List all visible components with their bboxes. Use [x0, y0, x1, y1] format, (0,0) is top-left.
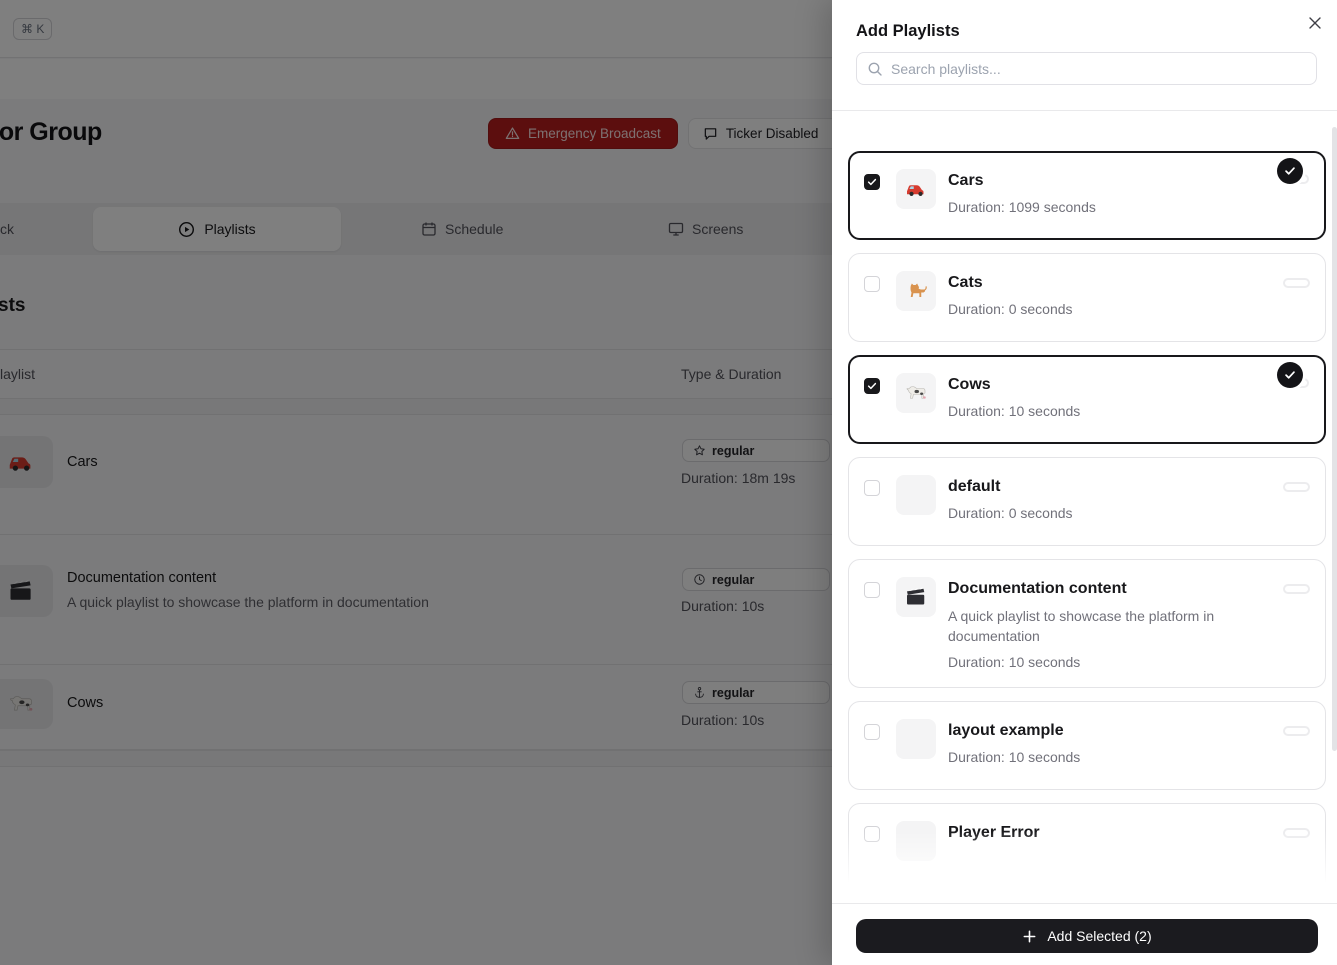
item-description: A quick playlist to showcase the platfor…: [948, 608, 1215, 644]
item-duration: Duration: 1099 seconds: [948, 199, 1096, 215]
drag-handle-icon[interactable]: [1283, 726, 1310, 736]
add-selected-button[interactable]: Add Selected (2): [856, 919, 1318, 953]
add-playlists-panel: Add Playlists Cars Duration: 1099 second…: [832, 0, 1337, 965]
empty-thumbnail: [896, 821, 936, 861]
playlist-option-cows[interactable]: Cows Duration: 10 seconds: [848, 355, 1326, 444]
panel-scrollbar[interactable]: [1332, 127, 1337, 751]
drag-handle-icon[interactable]: [1283, 584, 1310, 594]
drag-handle-icon[interactable]: [1283, 278, 1310, 288]
car-icon: [896, 169, 936, 209]
checkbox-unchecked[interactable]: [864, 724, 880, 740]
item-title: Cats: [948, 274, 983, 291]
playlist-option-cats[interactable]: Cats Duration: 0 seconds: [848, 253, 1326, 342]
item-duration: Duration: 10 seconds: [948, 749, 1081, 765]
checkbox-unchecked[interactable]: [864, 582, 880, 598]
cat-icon: [896, 271, 936, 311]
modal-overlay[interactable]: [0, 0, 832, 965]
selected-check-icon: [1277, 362, 1303, 388]
drag-handle-icon[interactable]: [1283, 828, 1310, 838]
drag-handle-icon[interactable]: [1283, 482, 1310, 492]
item-title: Cows: [948, 376, 991, 393]
item-duration: Duration: 10 seconds: [948, 403, 1081, 419]
close-button[interactable]: [1302, 10, 1328, 36]
panel-title: Add Playlists: [856, 22, 960, 40]
playlist-option-layout-example[interactable]: layout example Duration: 10 seconds: [848, 701, 1326, 790]
item-title: Player Error: [948, 824, 1040, 841]
playlist-option-documentation-content[interactable]: Documentation content A quick playlist t…: [848, 559, 1326, 688]
panel-footer: Add Selected (2): [832, 903, 1337, 965]
item-duration: Duration: 0 seconds: [948, 505, 1073, 521]
playlist-options-list: Cars Duration: 1099 seconds Cats Duratio…: [832, 111, 1337, 903]
checkbox-checked[interactable]: [864, 378, 880, 394]
checkbox-unchecked[interactable]: [864, 826, 880, 842]
checkbox-unchecked[interactable]: [864, 480, 880, 496]
item-title: Cars: [948, 172, 984, 189]
item-title: layout example: [948, 722, 1064, 739]
clapperboard-icon: [896, 577, 936, 617]
add-selected-label: Add Selected (2): [1047, 928, 1152, 944]
search-box: [856, 52, 1317, 85]
selected-check-icon: [1277, 158, 1303, 184]
checkbox-checked[interactable]: [864, 174, 880, 190]
playlist-option-player-error[interactable]: Player Error: [848, 803, 1326, 892]
plus-icon: [1022, 929, 1037, 944]
empty-thumbnail: [896, 719, 936, 759]
cow-icon: [896, 373, 936, 413]
close-icon: [1307, 15, 1323, 31]
playlist-option-cars[interactable]: Cars Duration: 1099 seconds: [848, 151, 1326, 240]
playlist-option-default[interactable]: default Duration: 0 seconds: [848, 457, 1326, 546]
empty-thumbnail: [896, 475, 936, 515]
item-title: Documentation content: [948, 580, 1127, 597]
checkbox-unchecked[interactable]: [864, 276, 880, 292]
item-duration: Duration: 0 seconds: [948, 301, 1073, 317]
search-input[interactable]: [857, 53, 1316, 84]
item-title: default: [948, 478, 1001, 495]
item-duration: Duration: 10 seconds: [948, 654, 1081, 670]
